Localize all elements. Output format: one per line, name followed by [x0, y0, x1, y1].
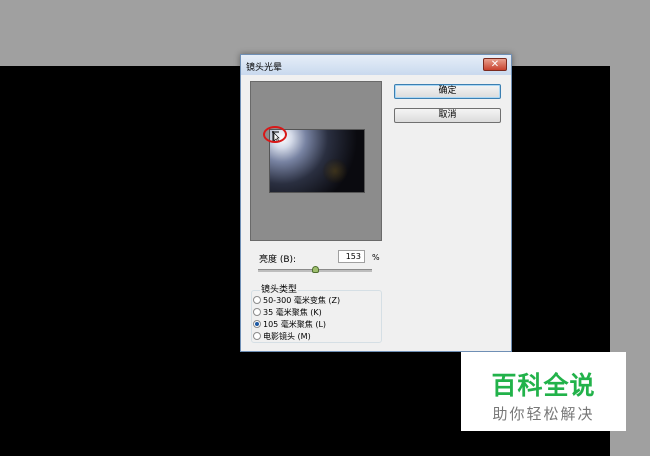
close-button[interactable]: ✕ [483, 58, 507, 71]
cancel-button[interactable]: 取消 [394, 108, 501, 123]
lens-option-label: 105 毫米聚焦 (L) [263, 320, 327, 329]
radio-105[interactable] [253, 319, 261, 328]
brightness-slider-handle[interactable] [311, 266, 319, 273]
lens-option-35[interactable]: 35 毫米聚焦 (K) [253, 307, 322, 318]
brightness-label: 亮度 (B): [259, 255, 297, 265]
close-icon: ✕ [490, 59, 500, 70]
lens-flare-dialog: 镜头光晕 ✕ 确定 取消 亮度 (B): 153 % 镜头类型 50-300 毫… [240, 54, 512, 352]
lens-option-label: 35 毫米聚焦 (K) [263, 308, 322, 317]
lens-option-105[interactable]: 105 毫米聚焦 (L) [253, 319, 326, 330]
lens-option-label: 50-300 毫米变焦 (Z) [263, 296, 341, 305]
annotation-red-circle [263, 126, 287, 143]
brightness-unit: % [372, 253, 380, 262]
flare-ring-glow [322, 158, 348, 184]
watermark-main-text: 百科全说 [491, 371, 596, 400]
ok-button[interactable]: 确定 [394, 84, 501, 99]
lens-option-label: 电影镜头 (M) [263, 332, 311, 341]
watermark-logo: 百科全说 助你轻松解决 [461, 352, 626, 431]
lens-type-label: 镜头类型 [260, 282, 299, 295]
radio-movie[interactable] [253, 331, 261, 340]
brightness-input[interactable]: 153 [338, 250, 365, 263]
flare-preview-panel [250, 81, 382, 241]
radio-50-300[interactable] [253, 295, 261, 304]
dialog-titlebar[interactable]: 镜头光晕 ✕ [241, 55, 511, 75]
lens-option-movie[interactable]: 电影镜头 (M) [253, 331, 311, 342]
dialog-title: 镜头光晕 [246, 63, 283, 73]
watermark-subtitle: 助你轻松解决 [492, 405, 595, 423]
radio-35[interactable] [253, 307, 261, 316]
lens-option-50-300[interactable]: 50-300 毫米变焦 (Z) [253, 295, 340, 306]
